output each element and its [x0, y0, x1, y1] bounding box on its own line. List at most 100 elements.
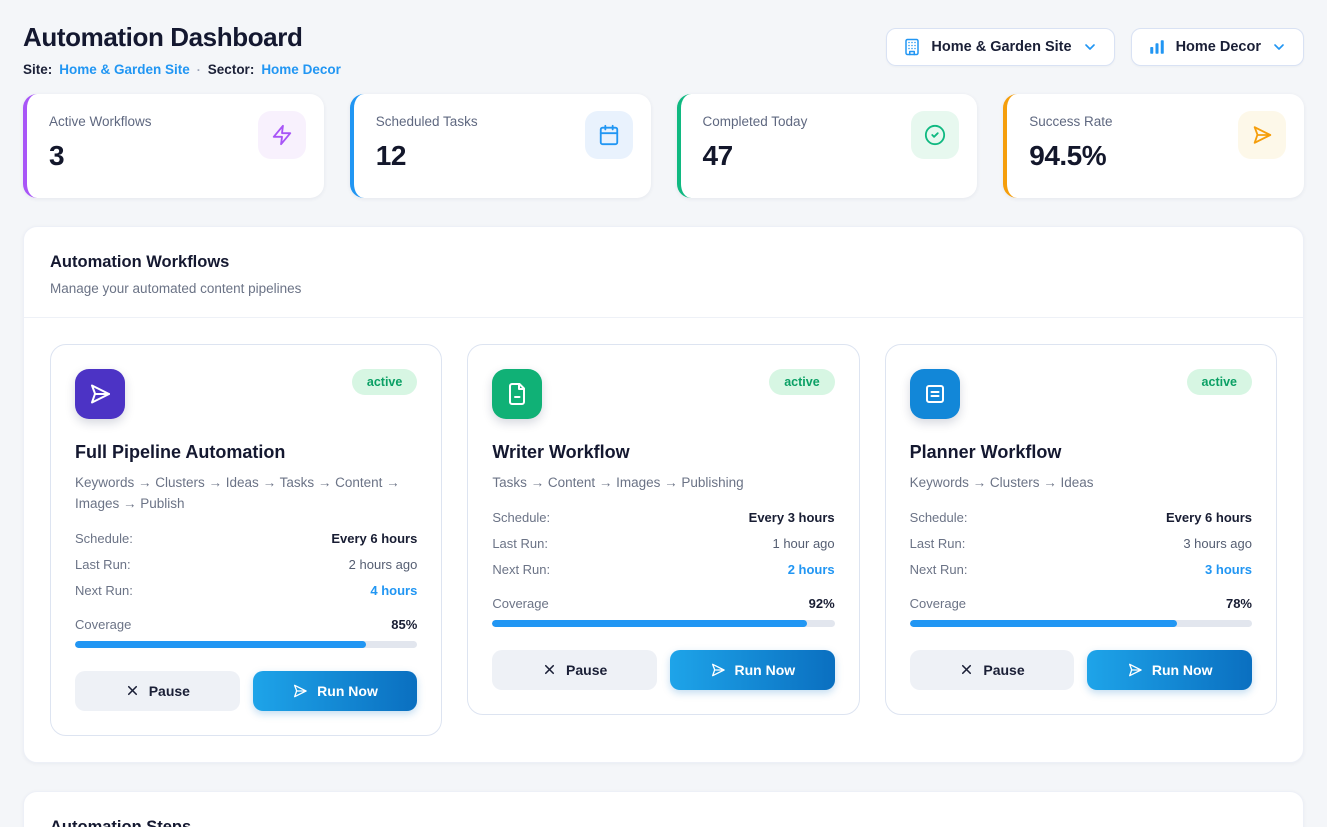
schedule-value: Every 6 hours — [1166, 510, 1252, 525]
coverage-block: Coverage 92% — [492, 596, 834, 627]
last-run-label: Last Run: — [492, 536, 548, 551]
site-link[interactable]: Home & Garden Site — [59, 62, 190, 77]
sector-selector-dropdown[interactable]: Home Decor — [1131, 28, 1304, 66]
pause-button[interactable]: Pause — [75, 671, 240, 711]
chevron-down-icon — [1271, 39, 1287, 55]
last-run-value: 2 hours ago — [349, 557, 418, 572]
page-title: Automation Dashboard — [23, 22, 341, 53]
workflows-panel-title: Automation Workflows — [50, 253, 1277, 272]
coverage-label: Coverage — [910, 596, 966, 611]
coverage-value: 92% — [809, 596, 835, 611]
chevron-down-icon — [1082, 39, 1098, 55]
schedule-value: Every 6 hours — [331, 531, 417, 546]
coverage-label: Coverage — [492, 596, 548, 611]
site-selector-label: Home & Garden Site — [931, 39, 1071, 55]
schedule-row: Schedule: Every 6 hours — [910, 510, 1252, 525]
send-icon — [710, 662, 726, 678]
zap-icon — [258, 111, 306, 159]
send-icon — [1127, 662, 1143, 678]
last-run-value: 1 hour ago — [772, 536, 834, 551]
stat-card-success-rate: Success Rate 94.5% — [1003, 94, 1304, 198]
header-dropdowns: Home & Garden Site Home Decor — [886, 28, 1304, 66]
breadcrumb: Site: Home & Garden Site · Sector: Home … — [23, 62, 341, 77]
check-circle-icon — [911, 111, 959, 159]
workflow-card-top: active — [910, 369, 1252, 419]
workflow-actions: Pause Run Now — [910, 650, 1252, 690]
workflow-title: Writer Workflow — [492, 442, 834, 463]
coverage-progress-bar — [75, 641, 417, 648]
workflow-card-top: active — [75, 369, 417, 419]
last-run-label: Last Run: — [75, 557, 131, 572]
run-now-button[interactable]: Run Now — [1087, 650, 1252, 690]
next-run-row: Next Run: 2 hours — [492, 562, 834, 577]
pause-button-label: Pause — [149, 683, 190, 699]
sector-link[interactable]: Home Decor — [261, 62, 341, 77]
bar-chart-icon — [1148, 38, 1166, 56]
workflow-card-full-pipeline: active Full Pipeline Automation Keywords… — [50, 344, 442, 736]
pause-button[interactable]: Pause — [910, 650, 1075, 690]
header-left: Automation Dashboard Site: Home & Garden… — [23, 22, 341, 77]
next-run-value: 4 hours — [370, 583, 417, 598]
file-text-icon — [492, 369, 542, 419]
schedule-row: Schedule: Every 6 hours — [75, 531, 417, 546]
next-run-label: Next Run: — [492, 562, 550, 577]
send-icon — [1238, 111, 1286, 159]
stat-card-scheduled-tasks: Scheduled Tasks 12 — [350, 94, 651, 198]
separator-dot: · — [197, 63, 201, 77]
coverage-progress-bar — [910, 620, 1252, 627]
workflow-title: Planner Workflow — [910, 442, 1252, 463]
coverage-label: Coverage — [75, 617, 131, 632]
pause-button-label: Pause — [566, 662, 607, 678]
calendar-icon — [585, 111, 633, 159]
pause-button[interactable]: Pause — [492, 650, 657, 690]
x-icon — [125, 683, 140, 698]
workflow-description: Keywords → Clusters → Ideas → Tasks → Co… — [75, 473, 417, 515]
schedule-value: Every 3 hours — [749, 510, 835, 525]
workflow-meta: Schedule: Every 6 hours Last Run: 2 hour… — [75, 531, 417, 598]
next-run-row: Next Run: 4 hours — [75, 583, 417, 598]
send-icon — [292, 683, 308, 699]
workflow-card-planner: active Planner Workflow Keywords → Clust… — [885, 344, 1277, 715]
workflow-description: Keywords → Clusters → Ideas — [910, 473, 1252, 494]
status-badge: active — [352, 369, 417, 395]
building-icon — [903, 38, 921, 56]
coverage-value: 78% — [1226, 596, 1252, 611]
run-now-button-label: Run Now — [735, 662, 796, 678]
schedule-row: Schedule: Every 3 hours — [492, 510, 834, 525]
automation-workflows-panel: Automation Workflows Manage your automat… — [23, 226, 1304, 763]
last-run-row: Last Run: 2 hours ago — [75, 557, 417, 572]
last-run-row: Last Run: 1 hour ago — [492, 536, 834, 551]
workflows-panel-header: Automation Workflows Manage your automat… — [24, 227, 1303, 317]
stat-card-completed-today: Completed Today 47 — [677, 94, 978, 198]
run-now-button[interactable]: Run Now — [670, 650, 835, 690]
coverage-progress-fill — [492, 620, 807, 627]
workflow-meta: Schedule: Every 3 hours Last Run: 1 hour… — [492, 510, 834, 577]
workflow-card-writer: active Writer Workflow Tasks → Content →… — [467, 344, 859, 715]
schedule-label: Schedule: — [75, 531, 133, 546]
next-run-label: Next Run: — [75, 583, 133, 598]
stats-row: Active Workflows 3 Scheduled Tasks 12 Co… — [23, 94, 1304, 198]
workflow-description: Tasks → Content → Images → Publishing — [492, 473, 834, 494]
workflow-meta: Schedule: Every 6 hours Last Run: 3 hour… — [910, 510, 1252, 577]
last-run-row: Last Run: 3 hours ago — [910, 536, 1252, 551]
automation-dashboard-page: Automation Dashboard Site: Home & Garden… — [0, 0, 1327, 827]
run-now-button[interactable]: Run Now — [253, 671, 418, 711]
schedule-label: Schedule: — [492, 510, 550, 525]
workflow-cards-grid: active Full Pipeline Automation Keywords… — [24, 318, 1303, 762]
coverage-progress-fill — [910, 620, 1177, 627]
run-now-button-label: Run Now — [317, 683, 378, 699]
coverage-value: 85% — [391, 617, 417, 632]
status-badge: active — [1187, 369, 1252, 395]
sector-label: Sector: — [208, 62, 255, 77]
coverage-block: Coverage 78% — [910, 596, 1252, 627]
steps-panel-title: Automation Steps — [50, 818, 1277, 827]
automation-steps-panel: Automation Steps Configure which steps a… — [23, 791, 1304, 827]
coverage-progress-bar — [492, 620, 834, 627]
next-run-value: 3 hours — [1205, 562, 1252, 577]
site-selector-dropdown[interactable]: Home & Garden Site — [886, 28, 1114, 66]
last-run-value: 3 hours ago — [1183, 536, 1252, 551]
steps-panel-header: Automation Steps Configure which steps a… — [24, 792, 1303, 827]
x-icon — [542, 662, 557, 677]
site-label: Site: — [23, 62, 52, 77]
status-badge: active — [769, 369, 834, 395]
